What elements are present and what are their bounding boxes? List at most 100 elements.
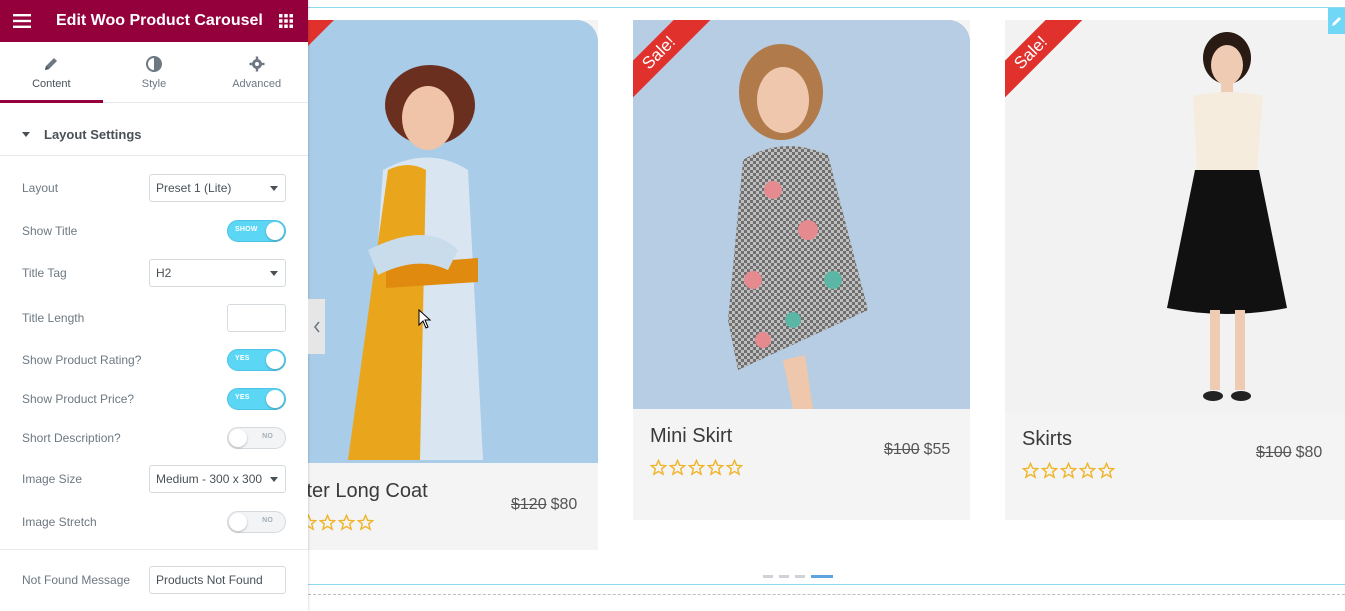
section-title: Layout Settings — [44, 126, 142, 142]
tab-content[interactable]: Content — [0, 42, 103, 103]
star-icon — [1079, 462, 1096, 479]
title-length-input[interactable] — [227, 304, 286, 332]
show-rating-toggle[interactable]: YES — [227, 349, 286, 371]
control-label: Image Size — [22, 472, 83, 486]
control-label: Title Tag — [22, 266, 67, 280]
layout-select[interactable]: Preset 1 (Lite) — [149, 174, 286, 202]
current-price: $80 — [1295, 444, 1323, 461]
control-label: Show Product Price? — [22, 392, 135, 406]
rating-stars — [1022, 462, 1115, 479]
menu-icon[interactable] — [0, 0, 44, 42]
star-icon — [1060, 462, 1077, 479]
short-description-toggle[interactable]: NO — [227, 427, 286, 449]
product-title-text: Winter Long Coat — [298, 480, 428, 502]
divider — [0, 549, 308, 550]
collapse-panel-button[interactable] — [308, 299, 325, 354]
chevron-left-icon — [313, 321, 320, 332]
star-icon — [1022, 462, 1039, 479]
tab-label: Content — [32, 78, 71, 90]
control-label: Not Found Message — [22, 573, 131, 587]
pagination-dot[interactable] — [779, 575, 789, 578]
select-value: Medium - 300 x 300 — [156, 472, 263, 486]
half-circle-icon — [146, 54, 162, 74]
pencil-icon — [43, 54, 59, 74]
sale-badge: Sale! — [633, 20, 723, 110]
panel-body: Layout Settings — [0, 113, 308, 156]
rating-stars — [650, 459, 743, 476]
control-label: Title Length — [22, 311, 85, 325]
star-icon — [1041, 462, 1058, 479]
control-title-length: Title Length — [0, 304, 308, 332]
panel-title: Edit Woo Product Carousel — [56, 12, 263, 29]
star-icon — [669, 459, 686, 476]
control-label: Layout — [22, 181, 59, 195]
control-image-size: Image Size Medium - 300 x 300 — [0, 465, 308, 493]
current-price: $55 — [923, 441, 951, 458]
edit-widget-icon[interactable] — [1328, 8, 1345, 34]
product-image[interactable] — [308, 20, 598, 463]
section-guide — [308, 7, 1345, 8]
editor-panel: Edit Woo Product Carousel Content Style — [0, 0, 308, 611]
chevron-down-icon — [270, 186, 278, 191]
control-show-title: Show Title SHOW — [0, 220, 308, 242]
image-size-select[interactable]: Medium - 300 x 300 — [149, 465, 286, 493]
star-icon — [319, 514, 336, 531]
chevron-down-icon — [270, 477, 278, 482]
show-price-toggle[interactable]: YES — [227, 388, 286, 410]
product-title[interactable]: Mini Skirt — [650, 425, 732, 448]
product-title[interactable]: Skirts — [1022, 428, 1072, 451]
star-icon — [650, 459, 667, 476]
toggle-text: NO — [262, 517, 273, 524]
tab-style[interactable]: Style — [103, 42, 206, 102]
toggle-knob — [266, 222, 284, 240]
old-price: $100 — [1256, 444, 1292, 461]
old-price: $100 — [884, 441, 920, 458]
section-boundary — [308, 594, 1345, 595]
widgets-grid-icon[interactable] — [264, 0, 308, 42]
control-label: Image Stretch — [22, 515, 97, 529]
section-guide — [308, 584, 1345, 585]
pagination-dot[interactable] — [763, 575, 773, 578]
star-icon — [707, 459, 724, 476]
control-show-price: Show Product Price? YES — [0, 388, 308, 410]
product-price: $100 $80 — [1256, 444, 1322, 462]
product-photo — [308, 20, 598, 463]
show-title-toggle[interactable]: SHOW — [227, 220, 286, 242]
current-price: $80 — [550, 496, 578, 513]
old-price: $120 — [511, 496, 547, 513]
sale-badge-text: Sale! — [1005, 20, 1083, 105]
control-short-description: Short Description? NO — [0, 427, 308, 449]
control-image-stretch: Image Stretch NO — [0, 511, 308, 533]
select-value: H2 — [156, 266, 172, 280]
star-icon — [726, 459, 743, 476]
product-title[interactable]: Winter Long Coat — [298, 480, 448, 503]
control-layout: Layout Preset 1 (Lite) — [0, 174, 308, 202]
pagination-dot[interactable] — [795, 575, 805, 578]
chevron-down-icon — [270, 271, 278, 276]
star-icon — [338, 514, 355, 531]
toggle-knob — [266, 351, 284, 369]
product-price: $120 $80 — [511, 496, 577, 514]
control-label: Short Description? — [22, 431, 121, 445]
not-found-input[interactable]: Products Not Found — [149, 566, 286, 594]
caret-down-icon — [22, 131, 30, 137]
control-label: Show Title — [22, 224, 78, 238]
rating-stars — [300, 514, 374, 531]
panel-tabs: Content Style Advanced — [0, 42, 308, 103]
title-tag-select[interactable]: H2 — [149, 259, 286, 287]
gear-icon — [249, 54, 265, 74]
section-layout-settings[interactable]: Layout Settings — [0, 113, 308, 156]
product-price: $100 $55 — [884, 441, 950, 459]
control-label: Show Product Rating? — [22, 353, 142, 367]
select-value: Preset 1 (Lite) — [156, 181, 232, 195]
sale-badge-text: Sale! — [633, 20, 711, 105]
tab-label: Advanced — [232, 78, 282, 90]
image-stretch-toggle[interactable]: NO — [227, 511, 286, 533]
sale-badge: Sale! — [1005, 20, 1095, 110]
toggle-text: NO — [262, 433, 273, 440]
pagination-dot-active[interactable] — [811, 575, 833, 578]
toggle-text: YES — [235, 394, 250, 401]
tab-advanced[interactable]: Advanced — [205, 42, 308, 102]
star-icon — [357, 514, 374, 531]
panel-header: Edit Woo Product Carousel — [0, 0, 308, 42]
